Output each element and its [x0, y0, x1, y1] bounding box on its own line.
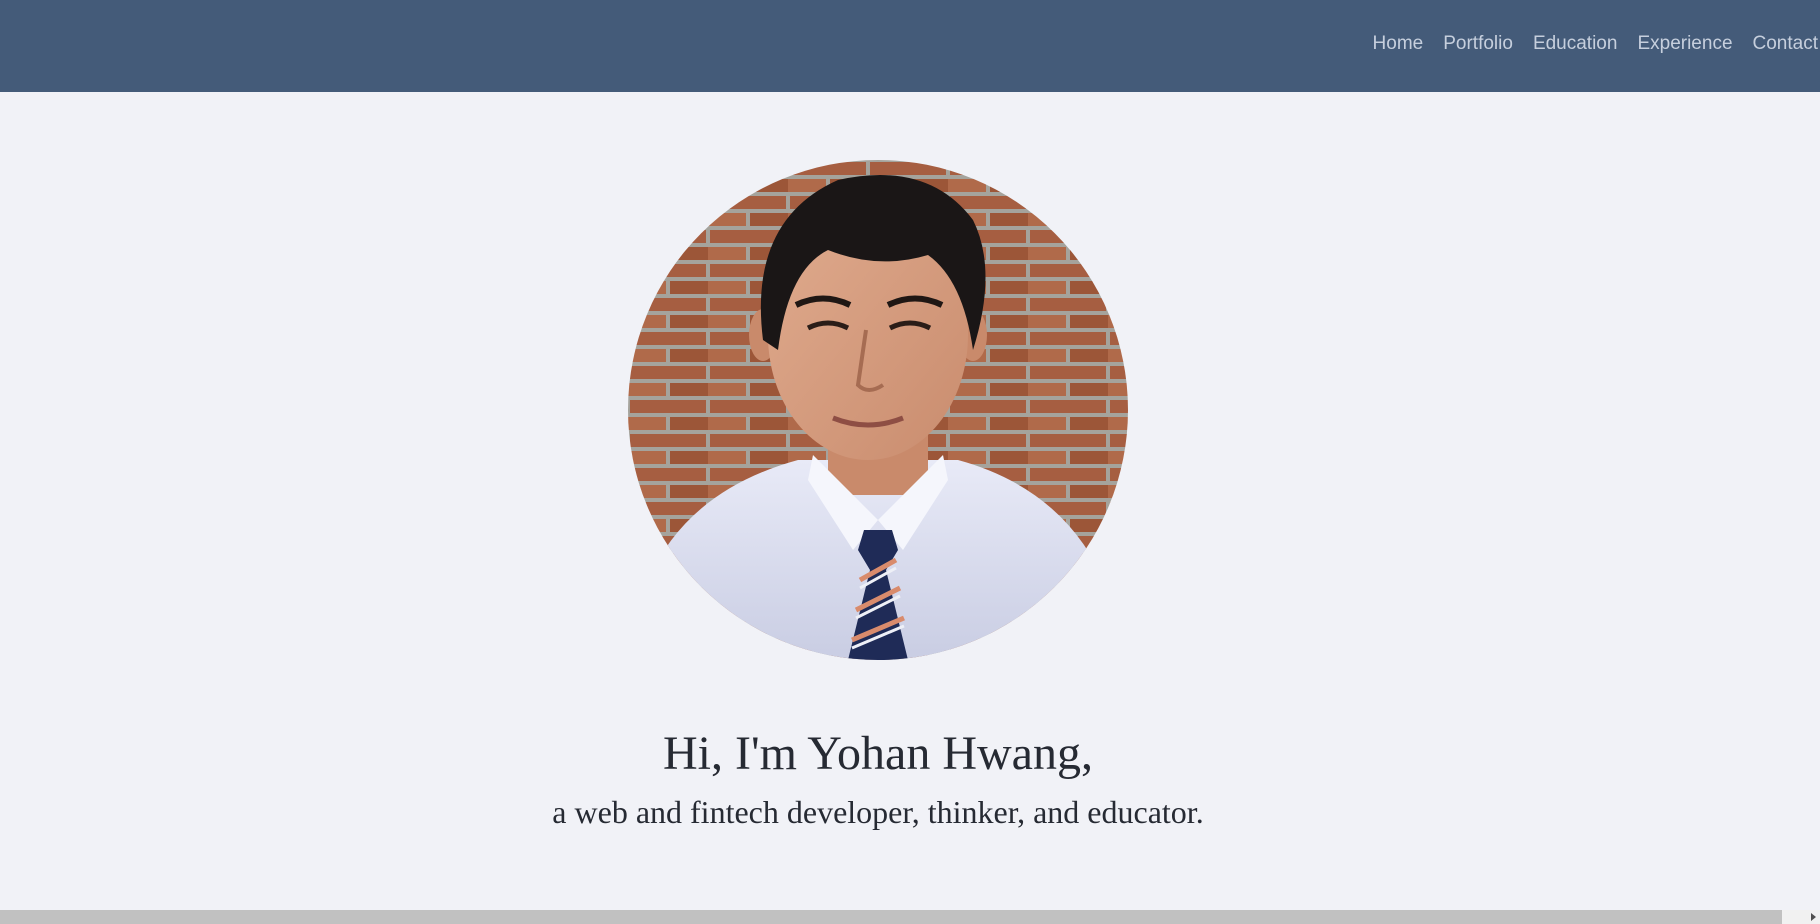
nav-links: Home Portfolio Education Experience Cont… — [1373, 33, 1818, 55]
scroll-right-arrow-icon[interactable] — [1806, 910, 1820, 924]
nav-link-portfolio[interactable]: Portfolio — [1443, 33, 1513, 55]
nav-link-education[interactable]: Education — [1533, 33, 1618, 55]
hero-headline: Hi, I'm Yohan Hwang, — [663, 727, 1093, 780]
nav-link-home[interactable]: Home — [1373, 33, 1424, 55]
top-navbar: Home Portfolio Education Experience Cont… — [0, 0, 1820, 92]
nav-link-experience[interactable]: Experience — [1637, 33, 1732, 55]
profile-photo — [628, 160, 1128, 660]
horizontal-scrollbar[interactable] — [0, 910, 1820, 924]
nav-link-contact[interactable]: Contact — [1753, 33, 1818, 55]
profile-photo-illustration — [628, 160, 1128, 660]
hero-subtitle: a web and fintech developer, thinker, an… — [552, 794, 1204, 830]
hero-section: Hi, I'm Yohan Hwang, a web and fintech d… — [0, 92, 1820, 910]
scrollbar-thumb[interactable] — [0, 910, 1782, 924]
